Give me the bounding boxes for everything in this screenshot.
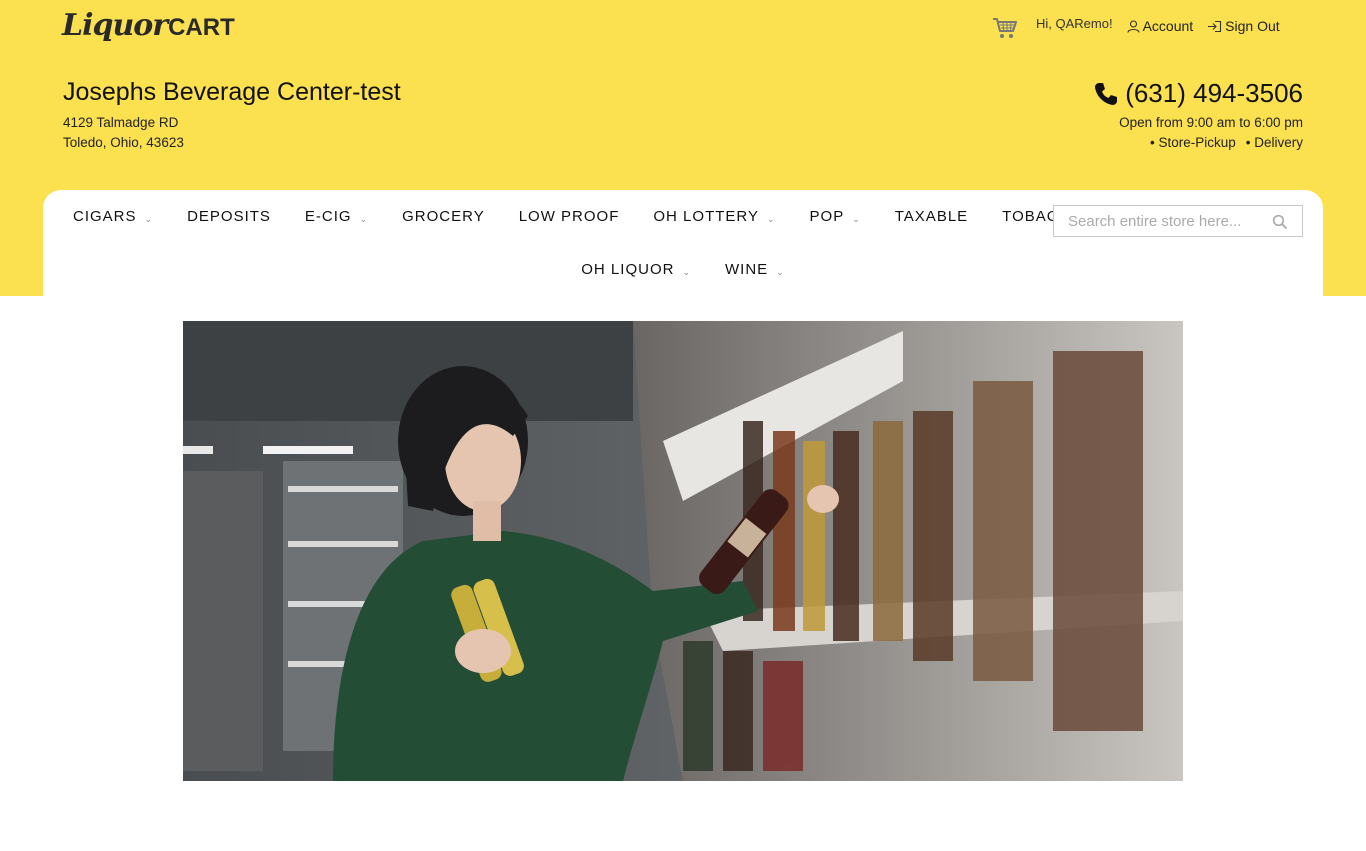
nav-item-e-cig[interactable]: E-CIG ⌄ bbox=[305, 208, 368, 230]
chevron-down-icon: ⌄ bbox=[766, 214, 776, 224]
nav-item-tobacco[interactable]: TOBACCO⌄ bbox=[1002, 208, 1053, 230]
chevron-down-icon: ⌄ bbox=[852, 214, 861, 224]
top-links: Hi, QARemo! Account Sign Out bbox=[992, 11, 1294, 41]
hero-illustration bbox=[183, 321, 1183, 781]
nav-item-oh-liquor[interactable]: OH LIQUOR ⌄ bbox=[581, 261, 691, 278]
cart-icon[interactable] bbox=[992, 15, 1018, 41]
liquorcart-logo[interactable]: Liquor CART bbox=[62, 8, 235, 56]
nav-item-wine[interactable]: WINE ⌄ bbox=[725, 261, 785, 278]
nav-item-deposits[interactable]: DEPOSITS bbox=[187, 208, 271, 230]
store-address-line1: 4129 Talmadge RD bbox=[63, 115, 179, 130]
nav-item-grocery[interactable]: GROCERY bbox=[402, 208, 485, 230]
nav-label: POP bbox=[809, 208, 845, 225]
sign-out-label: Sign Out bbox=[1225, 18, 1280, 34]
store-address-line2: Toledo, Ohio, 43623 bbox=[63, 135, 184, 150]
nav-item-low-proof[interactable]: LOW PROOF bbox=[519, 208, 620, 230]
phone-number: (631) 494-3506 bbox=[1125, 78, 1303, 108]
chevron-down-icon: ⌄ bbox=[682, 267, 691, 277]
account-label: Account bbox=[1142, 18, 1194, 34]
user-icon bbox=[1127, 19, 1140, 33]
sign-out-icon bbox=[1208, 20, 1222, 32]
service-delivery: • Delivery bbox=[1245, 135, 1303, 150]
greeting-text: Hi, QARemo! bbox=[1036, 15, 1113, 31]
nav-row-2: OH LIQUOR ⌄ WINE ⌄ bbox=[43, 261, 1323, 278]
sign-out-link[interactable]: Sign Out bbox=[1207, 18, 1280, 34]
chevron-down-icon: ⌄ bbox=[144, 214, 154, 224]
logo-cart-text: CART bbox=[168, 14, 235, 41]
category-nav: CIGARS ⌄ DEPOSITS E-CIG ⌄ GROCERY LOW PROO… bbox=[43, 190, 1323, 296]
search-box bbox=[1053, 205, 1303, 237]
nav-label: GROCERY bbox=[402, 208, 485, 225]
store-phone[interactable]: (631) 494-3506 bbox=[1093, 78, 1303, 109]
nav-item-taxable[interactable]: TAXABLE bbox=[895, 208, 968, 230]
service-store-pickup: • Store-Pickup bbox=[1149, 135, 1236, 150]
search-input[interactable] bbox=[1054, 207, 1264, 235]
nav-label: CIGARS bbox=[73, 208, 137, 225]
chevron-down-icon: ⌄ bbox=[776, 267, 785, 277]
store-name: Josephs Beverage Center-test bbox=[63, 78, 401, 106]
nav-label: OH LOTTERY bbox=[653, 208, 759, 225]
nav-item-cigars[interactable]: CIGARS ⌄ bbox=[73, 208, 153, 230]
nav-label: OH LIQUOR bbox=[581, 261, 675, 278]
nav-label: LOW PROOF bbox=[518, 208, 620, 225]
nav-item-pop[interactable]: POP ⌄ bbox=[810, 208, 861, 230]
nav-row-1: CIGARS ⌄ DEPOSITS E-CIG ⌄ GROCERY LOW PROO… bbox=[73, 208, 1053, 230]
hero-image bbox=[183, 321, 1183, 781]
nav-label: TOBACCO bbox=[1002, 208, 1053, 225]
nav-label: DEPOSITS bbox=[187, 208, 271, 225]
store-services: • Store-Pickup • Delivery bbox=[1150, 135, 1303, 150]
nav-item-oh-lottery[interactable]: OH LOTTERY ⌄ bbox=[653, 208, 775, 230]
nav-label: WINE bbox=[725, 261, 769, 278]
chevron-down-icon: ⌄ bbox=[359, 214, 369, 224]
phone-icon bbox=[1095, 82, 1118, 105]
nav-label: E-CIG bbox=[304, 208, 352, 225]
search-icon[interactable] bbox=[1272, 214, 1288, 230]
nav-label: TAXABLE bbox=[894, 208, 969, 225]
account-link[interactable]: Account bbox=[1127, 18, 1194, 34]
store-hours: Open from 9:00 am to 6:00 pm bbox=[1119, 115, 1303, 130]
logo-script-text: Liquor bbox=[62, 8, 168, 43]
